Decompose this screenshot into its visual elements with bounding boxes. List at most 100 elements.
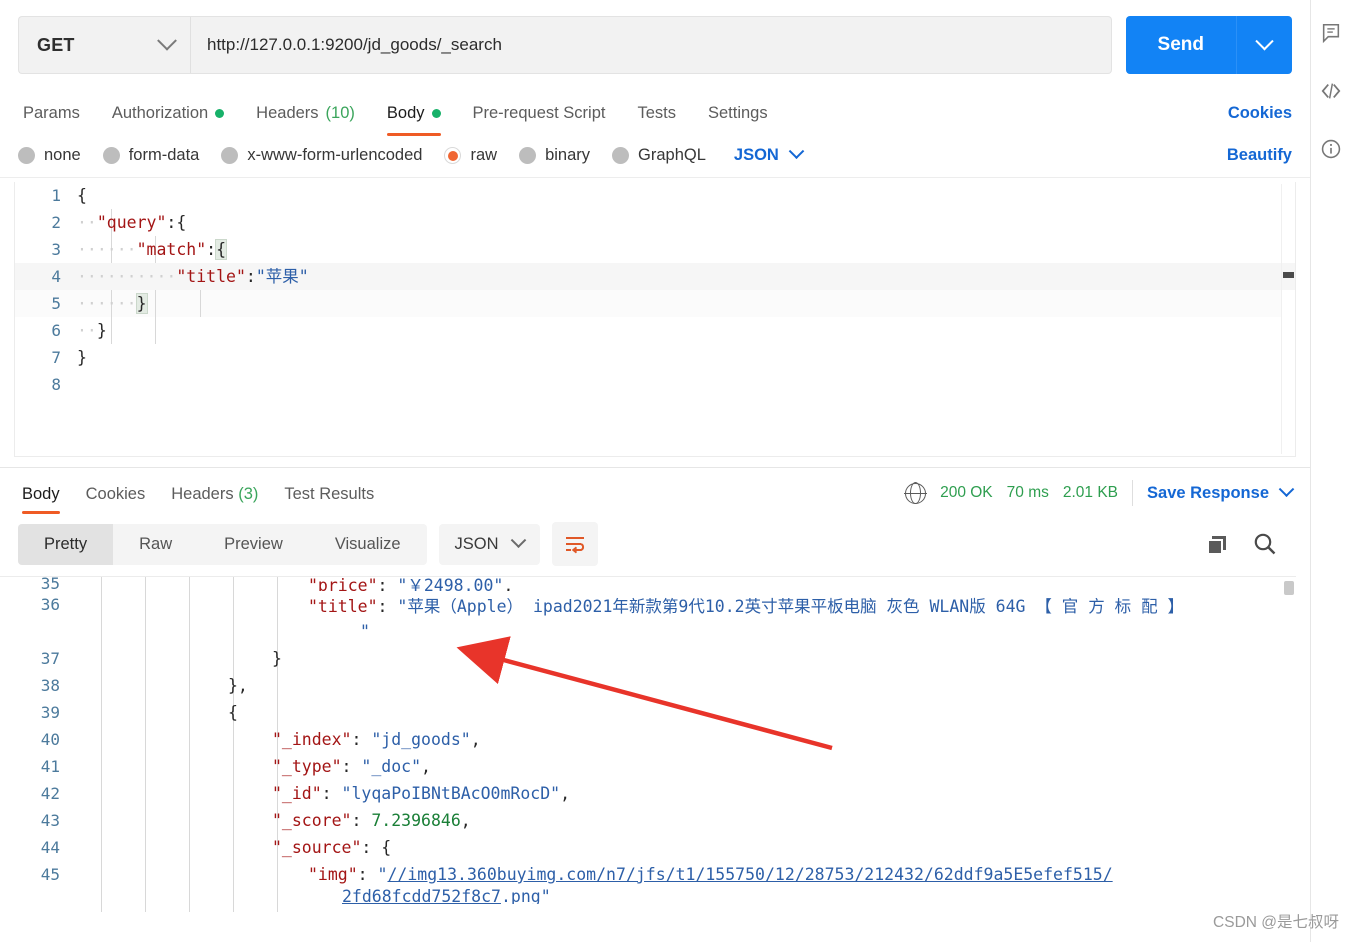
- response-tab-test-results[interactable]: Test Results: [271, 485, 387, 514]
- line-number: 35: [40, 577, 60, 591]
- code-text: {: [77, 186, 87, 205]
- tab-label: Test Results: [284, 485, 375, 503]
- code-line: 41 "_type": "_doc",: [0, 753, 1296, 780]
- code-text: }: [272, 649, 282, 668]
- line-number: 3: [51, 240, 61, 259]
- response-scrollbar-thumb[interactable]: [1284, 581, 1294, 595]
- http-method-selector[interactable]: GET: [18, 16, 190, 74]
- line-number: 6: [51, 321, 61, 340]
- code-line: 36 "title": "苹果（Apple） ipad2021年新款第9代10.…: [0, 591, 1296, 618]
- tab-params[interactable]: Params: [18, 104, 96, 136]
- http-method-label: GET: [37, 34, 75, 55]
- tab-settings[interactable]: Settings: [692, 104, 784, 136]
- radio-icon: [519, 147, 537, 164]
- response-controls: Pretty Raw Preview Visualize JSON: [0, 514, 1310, 576]
- word-wrap-icon: [565, 537, 584, 554]
- tab-label: Body: [386, 104, 425, 122]
- response-tab-headers[interactable]: Headers (3): [158, 485, 271, 514]
- response-meta: 200 OK 70 ms 2.01 KB Save Response: [904, 480, 1295, 514]
- chevron-down-icon: [1278, 480, 1295, 497]
- send-button[interactable]: Send: [1125, 16, 1236, 74]
- copy-icon[interactable]: [1204, 531, 1230, 557]
- tab-label: Headers: [256, 104, 319, 122]
- status-dot-icon: [215, 109, 225, 118]
- tab-label: Headers: [171, 485, 234, 503]
- tab-label: Tests: [637, 104, 676, 122]
- tab-label: Params: [23, 104, 80, 122]
- comment-icon[interactable]: [1320, 22, 1342, 44]
- view-mode-raw[interactable]: Raw: [113, 524, 198, 565]
- code-line: 39 {: [0, 699, 1296, 726]
- save-response-button[interactable]: Save Response: [1147, 480, 1295, 503]
- code-text: ······"match":{: [77, 239, 228, 260]
- tab-tests[interactable]: Tests: [621, 104, 692, 136]
- globe-icon: [904, 481, 927, 505]
- line-number: 38: [40, 676, 60, 695]
- tab-label: Pre-request Script: [472, 104, 606, 122]
- body-type-row: none form-data x-www-form-urlencoded raw…: [0, 136, 1310, 178]
- line-number: 42: [40, 784, 60, 803]
- send-options-button[interactable]: [1236, 16, 1292, 74]
- code-line: 7 }: [15, 344, 1295, 371]
- body-type-x-www-form-urlencoded[interactable]: x-www-form-urlencoded: [221, 146, 422, 165]
- body-type-none[interactable]: none: [18, 146, 81, 165]
- body-type-label: x-www-form-urlencoded: [247, 146, 423, 164]
- code-line: 4 ··········"title":"苹果": [15, 263, 1295, 290]
- body-type-binary[interactable]: binary: [519, 146, 590, 165]
- body-type-raw[interactable]: raw: [444, 146, 497, 165]
- code-text: ······}: [77, 293, 148, 314]
- line-number: 8: [51, 375, 61, 394]
- beautify-button[interactable]: Beautify: [1227, 146, 1292, 165]
- view-mode-preview[interactable]: Preview: [198, 524, 309, 565]
- url-input[interactable]: http://127.0.0.1:9200/jd_goods/_search: [190, 16, 1112, 74]
- code-text: ··"query":{: [77, 213, 187, 232]
- radio-icon: [612, 147, 630, 164]
- tab-authorization[interactable]: Authorization: [96, 104, 240, 136]
- code-line: 42 "_id": "lyqaPoIBNtBAcO0mRocD",: [0, 780, 1296, 807]
- body-type-form-data[interactable]: form-data: [102, 146, 199, 165]
- search-icon[interactable]: [1252, 531, 1278, 557]
- scrollbar-thumb[interactable]: [1283, 272, 1294, 278]
- code-line: 2fd68fcdd752f8c7.png": [0, 888, 1296, 904]
- response-tabs: Body Cookies Headers (3) Test Results 20…: [0, 468, 1310, 514]
- response-format-selector[interactable]: JSON: [438, 523, 540, 565]
- word-wrap-toggle[interactable]: [551, 522, 598, 566]
- body-type-label: raw: [470, 146, 498, 164]
- code-line: 35 "price": "￥2498.00",: [0, 577, 1296, 591]
- editor-vertical-scrollbar[interactable]: [1281, 184, 1294, 454]
- img-url-link[interactable]: //img13.360buyimg.com/n7/jfs/t1/155750/1…: [387, 865, 1112, 884]
- body-type-label: binary: [545, 146, 591, 164]
- response-view-mode-group: Pretty Raw Preview Visualize: [18, 523, 427, 565]
- code-line: 37 }: [0, 645, 1296, 672]
- code-line: 6 ··}: [15, 317, 1295, 344]
- response-actions: [1204, 531, 1292, 557]
- code-text: ··········"title":"苹果": [77, 267, 309, 286]
- chevron-down-icon: [1255, 31, 1274, 50]
- tab-headers[interactable]: Headers (10): [240, 104, 371, 136]
- response-tab-body[interactable]: Body: [18, 485, 73, 514]
- cookies-link[interactable]: Cookies: [1228, 104, 1292, 136]
- code-text: "_source": {: [272, 838, 392, 857]
- tab-body[interactable]: Body: [371, 104, 457, 136]
- line-number: 7: [51, 348, 61, 367]
- body-format-selector[interactable]: JSON: [734, 143, 805, 165]
- tab-count: (3): [238, 485, 259, 503]
- tab-pre-request-script[interactable]: Pre-request Script: [457, 104, 622, 136]
- view-mode-pretty[interactable]: Pretty: [18, 523, 114, 565]
- code-text: {: [228, 703, 238, 722]
- chevron-down-icon: [157, 30, 177, 51]
- response-body-viewer[interactable]: 35 "price": "￥2498.00", 36 "title": "苹果（…: [0, 576, 1296, 912]
- code-icon[interactable]: [1320, 80, 1342, 102]
- request-body-editor[interactable]: 1 { 2 ··"query":{ 3 ······"match":{ 4 ··…: [14, 182, 1296, 457]
- code-line: 5 ······}: [15, 290, 1295, 317]
- response-tab-cookies[interactable]: Cookies: [73, 485, 159, 514]
- info-circle-icon[interactable]: [1320, 138, 1342, 160]
- line-number: 44: [40, 838, 60, 857]
- code-text: ··}: [77, 321, 107, 340]
- view-mode-visualize[interactable]: Visualize: [309, 524, 427, 565]
- line-number: 2: [51, 213, 61, 232]
- body-type-graphql[interactable]: GraphQL: [612, 146, 706, 165]
- url-bar: GET http://127.0.0.1:9200/jd_goods/_sear…: [0, 0, 1310, 88]
- line-number: 1: [51, 186, 61, 205]
- divider: [1132, 480, 1134, 506]
